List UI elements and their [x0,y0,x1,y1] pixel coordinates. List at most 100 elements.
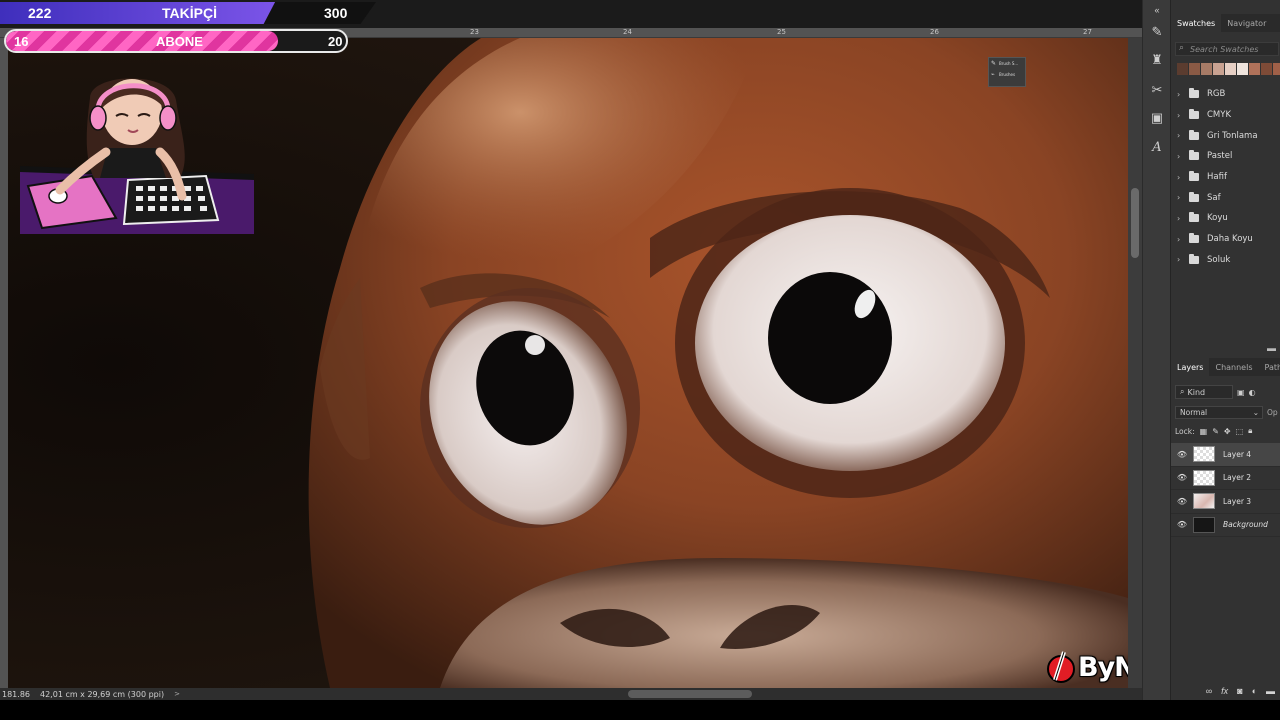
layer-row[interactable]: 👁︎ Layer 2 [1171,467,1280,490]
horizontal-scroll-thumb[interactable] [628,690,752,698]
tab-navigator[interactable]: Navigator [1221,14,1272,32]
folder-icon [1189,109,1199,120]
zoom-level[interactable]: 181.86 [2,690,30,699]
collapse-panels-icon[interactable]: « [1149,2,1165,18]
link-icon[interactable]: ∞ [1206,686,1212,696]
visibility-eye-icon[interactable]: 👁︎ [1171,497,1193,506]
stamp-icon[interactable]: ♜ [1149,52,1165,68]
character-icon[interactable]: A [1149,140,1165,156]
lock-all-icon[interactable]: 🔒︎ [1248,426,1252,436]
vertical-scroll-thumb[interactable] [1131,188,1139,258]
lock-pixels-icon[interactable]: ✎ [1212,427,1219,436]
chevron-right-icon[interactable]: › [1177,90,1185,99]
layer-name: Layer 3 [1223,496,1252,506]
layer-row[interactable]: 👁︎ Background [1171,514,1280,537]
adjustment-icon[interactable]: ◐ [1252,686,1257,696]
lock-artboard-icon[interactable]: ⬚ [1236,427,1244,436]
layer-row[interactable]: 👁︎ Layer 3 [1171,490,1280,514]
layer-thumbnail [1193,493,1215,510]
floating-brush-panel[interactable]: ✎ Brush S... ⌁ Brushes [988,57,1026,87]
history-icon[interactable]: ▣ [1149,110,1165,126]
swatch-folder-item[interactable]: › Pastel [1177,146,1258,167]
chevron-right-icon[interactable]: › [1177,131,1185,140]
vertical-scrollbar[interactable] [1128,38,1142,688]
tab-swatches[interactable]: Swatches [1171,14,1222,32]
status-menu-arrow-icon[interactable]: > [174,690,180,698]
swatches-search-input[interactable]: ⌕ Search Swatches [1175,42,1279,56]
image-filter-icon[interactable]: ▣ [1237,388,1245,397]
brush-settings-icon[interactable]: ✎ [1149,24,1165,40]
fx-icon[interactable]: fx [1221,686,1228,696]
mask-icon[interactable]: ◙ [1237,686,1242,696]
subscriber-current-count: 16 [14,33,29,49]
swatch-color[interactable] [1189,63,1200,75]
follower-goal-bar: 222 TAKİPÇİ 300 [0,2,376,24]
brushes-row[interactable]: ⌁ Brushes [989,69,1025,80]
blend-mode-select[interactable]: Normal ⌄ [1175,405,1263,419]
visibility-eye-icon[interactable]: 👁︎ [1171,473,1193,482]
adjustment-filter-icon[interactable]: ◐ [1249,388,1256,397]
brush-settings-icon: ✎ [991,59,997,67]
right-panel-dock: Swatches Navigator ⌕ Search Swatches › RG… [1170,0,1280,700]
layer-list: 👁︎ Layer 4 👁︎ Layer 2 👁︎ Layer 3 👁︎ Background [1171,443,1280,537]
search-icon: ⌕ [1179,43,1185,53]
tab-layers[interactable]: Layers [1171,358,1210,376]
chevron-right-icon[interactable]: › [1177,235,1185,244]
swatch-color[interactable] [1261,63,1272,75]
chevron-right-icon[interactable]: › [1177,255,1185,264]
panel-icon-strip: « ✎ ♜ ✂ ▣ A [1142,0,1170,700]
streamer-avatar-illustration [20,68,254,234]
lock-position-icon[interactable]: ✥ [1224,427,1231,436]
tab-channels[interactable]: Channels [1209,358,1258,376]
layer-row[interactable]: 👁︎ Layer 4 [1171,443,1280,467]
swatch-color[interactable] [1273,63,1280,75]
status-bar: 181.86 42,01 cm x 29,69 cm (300 ppi) > [0,688,200,700]
scissors-icon[interactable]: ✂ [1149,82,1165,98]
subscriber-goal-label: ABONE [156,33,203,49]
swatch-folder-item[interactable]: › Saf [1177,187,1258,208]
swatch-color[interactable] [1201,63,1212,75]
chevron-right-icon[interactable]: › [1177,111,1185,120]
folder-icon [1189,171,1199,182]
chevron-down-icon: ⌄ [1252,407,1259,417]
lock-row: Lock: ▦ ✎ ✥ ⬚ 🔒︎ [1175,425,1280,437]
layer-kind-select[interactable]: ⌕ Kind [1175,385,1233,399]
layer-filter-row: ⌕ Kind ▣ ◐ [1175,385,1277,399]
layer-name: Background [1223,520,1268,530]
chevron-right-icon[interactable]: › [1177,152,1185,161]
layer-thumbnail [1193,516,1215,533]
ruler-tick-label: 27 [1083,28,1092,36]
swatch-folder-list: › RGB › CMYK › Gri Tonlama › Pastel › Hafif › Saf › K… [1177,84,1258,270]
swatch-folder-item[interactable]: › Koyu [1177,208,1258,229]
visibility-eye-icon[interactable]: 👁︎ [1171,450,1193,459]
swatch-folder-label: Soluk [1207,254,1231,265]
swatch-folder-item[interactable]: › Hafif [1177,167,1258,188]
chevron-right-icon[interactable]: › [1177,193,1185,202]
swatch-folder-label: Daha Koyu [1207,234,1253,245]
swatch-folder-item[interactable]: › Soluk [1177,250,1258,271]
subscriber-progress-fill [6,31,278,51]
swatch-folder-item[interactable]: › RGB [1177,84,1258,105]
layer-thumbnail [1193,446,1215,463]
opacity-label: Op [1267,407,1278,417]
swatch-color[interactable] [1213,63,1224,75]
swatch-folder-label: CMYK [1207,110,1232,121]
lock-transparency-icon[interactable]: ▦ [1200,427,1208,436]
swatch-color[interactable] [1225,63,1236,75]
subscriber-goal-bar: 16 ABONE 20 [4,29,348,53]
chevron-right-icon[interactable]: › [1177,173,1185,182]
photoshop-stream-screen: 23 24 25 26 27 222 TAKİPÇİ 300 16 ABONE … [0,0,1280,720]
swatch-color[interactable] [1249,63,1260,75]
chevron-right-icon[interactable]: › [1177,214,1185,223]
brush-settings-row[interactable]: ✎ Brush S... [989,58,1025,69]
swatch-folder-item[interactable]: › CMYK [1177,105,1258,126]
tab-paths[interactable]: Paths [1259,358,1280,376]
swatch-folder-item[interactable]: › Daha Koyu [1177,229,1258,250]
folder-icon [1189,233,1199,244]
swatch-color[interactable] [1237,63,1248,75]
swatch-folder-item[interactable]: › Gri Tonlama [1177,125,1258,146]
swatch-color[interactable] [1177,63,1188,75]
group-icon[interactable]: ▬ [1266,686,1275,696]
visibility-eye-icon[interactable]: 👁︎ [1171,520,1193,529]
new-folder-icon[interactable]: ▬ [1267,343,1276,353]
